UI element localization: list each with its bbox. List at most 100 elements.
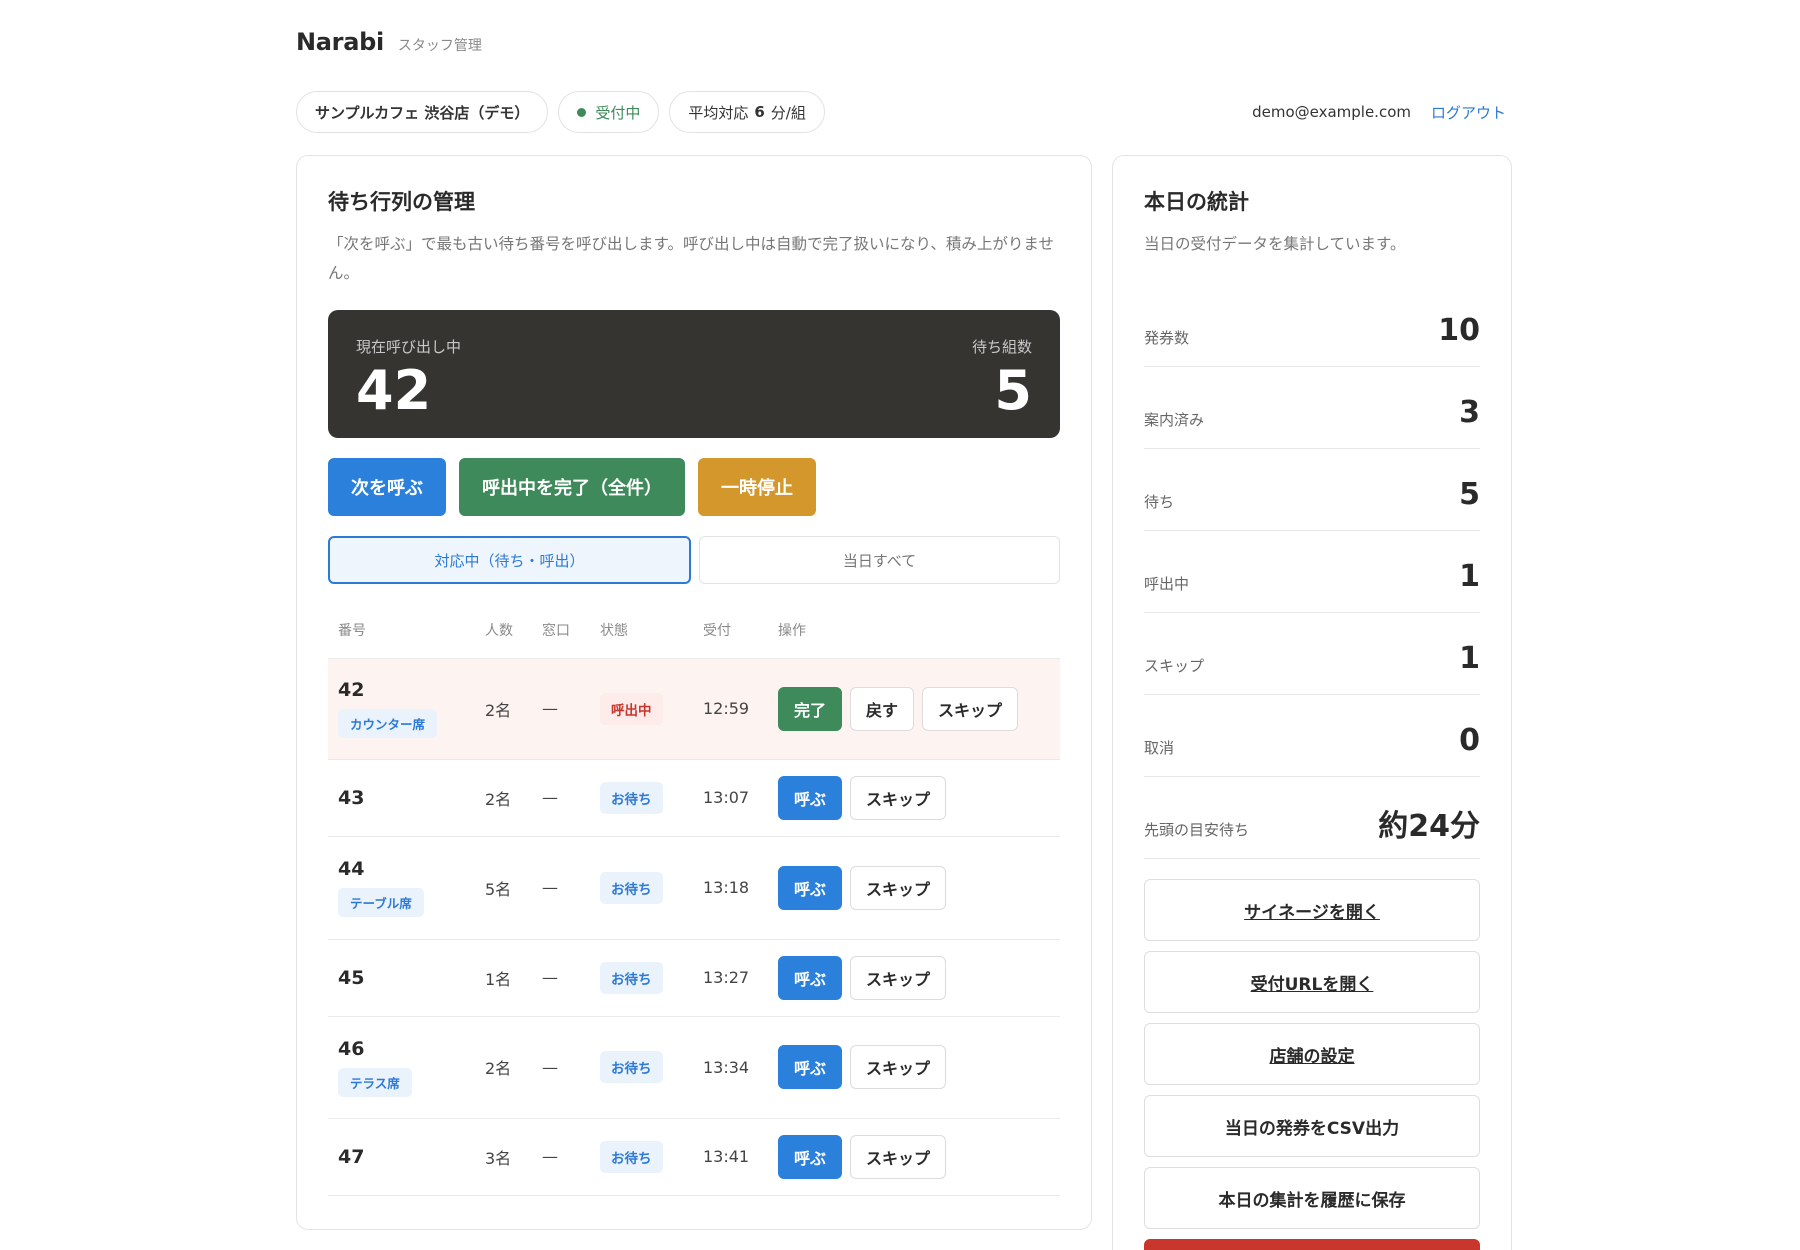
actions-cell: 呼ぶ スキップ <box>768 1118 1060 1196</box>
skip-button[interactable]: スキップ <box>922 686 1019 731</box>
tab-all-today[interactable]: 当日すべて <box>699 536 1060 584</box>
store-name-pill: サンプルカフェ 渋谷店（デモ） <box>296 91 549 133</box>
stats-card: 本日の統計 当日の受付データを集計しています。 発券数 10 案内済み 3 待ち… <box>1112 155 1512 1250</box>
tab-active-queue[interactable]: 対応中（待ち・呼出） <box>328 536 691 584</box>
status-cell: お待ち <box>590 836 693 940</box>
stat-label: 取消 <box>1144 739 1175 757</box>
store-settings-button[interactable]: 店舗の設定 <box>1144 1023 1480 1085</box>
save-history-button[interactable]: 本日の集計を履歴に保存 <box>1144 1167 1480 1229</box>
received-time: 13:07 <box>693 759 768 837</box>
user-box: demo@example.com ログアウト <box>1252 102 1506 123</box>
column-header-window: 窓口 <box>532 602 590 659</box>
actions-cell: 呼ぶ スキップ <box>768 759 1060 837</box>
ticket-cell: 42 カウンター席 <box>328 658 475 760</box>
status-badge: お待ち <box>600 781 663 814</box>
people-count: 1名 <box>475 939 532 1017</box>
skip-button[interactable]: スキップ <box>850 775 947 820</box>
status-cell: お待ち <box>590 939 693 1017</box>
stat-label: 先頭の目安待ち <box>1144 821 1250 839</box>
call-button[interactable]: 呼ぶ <box>778 1045 843 1089</box>
status-badge: お待ち <box>600 1140 663 1173</box>
ticket-number: 45 <box>338 966 365 989</box>
status-pill: 受付中 <box>558 91 660 133</box>
average-value: 6 <box>754 103 765 121</box>
skip-button[interactable]: スキップ <box>850 955 947 1000</box>
skip-button[interactable]: スキップ <box>850 865 947 910</box>
ticket-number: 46 <box>338 1037 365 1060</box>
window-value: — <box>532 1016 590 1119</box>
table-row: 43 2名 — お待ち 13:07 呼ぶ スキップ <box>328 759 1060 837</box>
waiting-count-block: 待ち組数 5 <box>972 336 1032 421</box>
status-cell: お待ち <box>590 1016 693 1119</box>
call-button[interactable]: 呼ぶ <box>778 775 843 820</box>
return-button[interactable]: 戻す <box>850 686 915 731</box>
stat-row: 呼出中 1 <box>1144 531 1480 613</box>
csv-export-button[interactable]: 当日の発券をCSV出力 <box>1144 1095 1480 1157</box>
status-badge: お待ち <box>600 871 663 904</box>
column-header-number: 番号 <box>328 602 475 659</box>
pause-button[interactable]: 一時停止 <box>698 458 816 516</box>
column-header-actions: 操作 <box>768 602 1060 659</box>
queue-actions: 次を呼ぶ 呼出中を完了（全件） 一時停止 <box>328 458 1060 516</box>
ticket-cell: 44 テーブル席 <box>328 836 475 940</box>
call-next-button[interactable]: 次を呼ぶ <box>328 458 446 516</box>
stat-value: 0 <box>1459 723 1480 758</box>
average-label: 平均対応 <box>688 103 749 122</box>
received-time: 13:41 <box>693 1118 768 1196</box>
actions-cell: 呼ぶ スキップ <box>768 939 1060 1017</box>
table-row: 45 1名 — お待ち 13:27 呼ぶ スキップ <box>328 939 1060 1017</box>
store-settings-label: 店舗の設定 <box>1269 1046 1355 1067</box>
logout-link[interactable]: ログアウト <box>1431 102 1506 123</box>
open-signage-button[interactable]: サイネージを開く <box>1144 879 1480 941</box>
column-header-people: 人数 <box>475 602 532 659</box>
stat-value: 約24分 <box>1378 808 1480 844</box>
actions-cell: 呼ぶ スキップ <box>768 836 1060 940</box>
stat-row: スキップ 1 <box>1144 613 1480 695</box>
status-badge: お待ち <box>600 1051 663 1083</box>
complete-all-button[interactable]: 呼出中を完了（全件） <box>459 458 685 516</box>
received-time: 13:27 <box>693 939 768 1017</box>
now-calling-panel: 現在呼び出し中 42 待ち組数 5 <box>328 310 1060 438</box>
now-calling-block: 現在呼び出し中 42 <box>356 336 461 421</box>
received-time: 13:18 <box>693 836 768 940</box>
call-button[interactable]: 呼ぶ <box>778 865 843 910</box>
complete-button[interactable]: 完了 <box>778 686 843 731</box>
stat-label: 発券数 <box>1144 329 1190 347</box>
status-cell: お待ち <box>590 1118 693 1196</box>
queue-table: 番号 人数 窓口 状態 受付 操作 42 カウンター席 2名 — 呼出中 12:… <box>328 602 1060 1196</box>
window-value: — <box>532 759 590 837</box>
average-time-pill: 平均対応 6 分/組 <box>669 91 825 133</box>
ticket-cell: 45 <box>328 939 475 1017</box>
ticket-number: 42 <box>338 679 365 701</box>
window-value: — <box>532 836 590 940</box>
table-row: 44 テーブル席 5名 — お待ち 13:18 呼ぶ スキップ <box>328 836 1060 940</box>
table-row: 42 カウンター席 2名 — 呼出中 12:59 完了 戻す スキップ <box>328 658 1060 760</box>
ticket-cell: 43 <box>328 759 475 837</box>
stat-value: 1 <box>1459 641 1480 676</box>
status-cell: 呼出中 <box>590 658 693 760</box>
received-time: 12:59 <box>693 658 768 760</box>
danger-button[interactable] <box>1144 1239 1480 1250</box>
stats-title: 本日の統計 <box>1144 190 1249 214</box>
stat-label: 呼出中 <box>1144 575 1190 593</box>
column-header-status: 状態 <box>590 602 693 659</box>
stat-row: 待ち 5 <box>1144 449 1480 531</box>
stat-label: 待ち <box>1144 493 1175 511</box>
stat-row: 発券数 10 <box>1144 285 1480 367</box>
queue-description: 「次を呼ぶ」で最も古い待ち番号を呼び出します。呼び出し中は自動で完了扱いになり、… <box>328 235 1054 282</box>
stat-value: 10 <box>1438 313 1480 348</box>
queue-title: 待ち行列の管理 <box>328 190 475 214</box>
stat-value: 5 <box>1459 477 1480 512</box>
open-reception-url-button[interactable]: 受付URLを開く <box>1144 951 1480 1013</box>
stat-row: 先頭の目安待ち 約24分 <box>1144 777 1480 859</box>
seat-tag: テラス席 <box>338 1067 412 1097</box>
seat-tag: テーブル席 <box>338 888 424 917</box>
received-time: 13:34 <box>693 1016 768 1119</box>
open-signage-label: サイネージを開く <box>1244 902 1380 923</box>
brand-subtitle: スタッフ管理 <box>397 38 482 54</box>
call-button[interactable]: 呼ぶ <box>778 955 843 1000</box>
skip-button[interactable]: スキップ <box>850 1045 947 1089</box>
call-button[interactable]: 呼ぶ <box>778 1134 843 1179</box>
actions-cell: 完了 戻す スキップ <box>768 658 1060 760</box>
skip-button[interactable]: スキップ <box>850 1134 947 1179</box>
